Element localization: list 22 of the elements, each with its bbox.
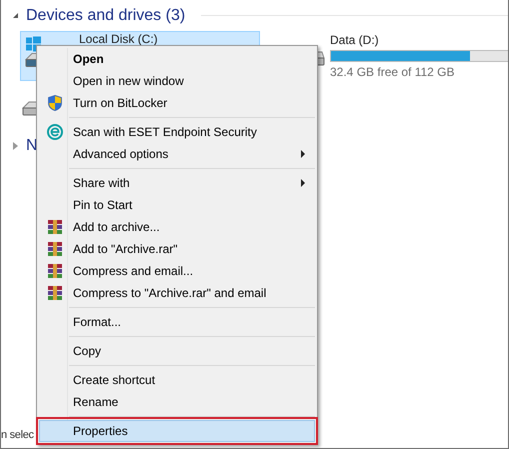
menu-item[interactable]: Create shortcut [39,369,315,391]
menu-item[interactable]: Format... [39,311,315,333]
menu-item[interactable]: Open [39,48,315,70]
menu-item[interactable]: Add to archive... [39,216,315,238]
menu-item[interactable]: Compress and email... [39,260,315,282]
menu-item[interactable]: Rename [39,391,315,413]
menu-item[interactable]: Advanced options [39,143,315,165]
drive-label: Local Disk (C:) [79,33,158,45]
menu-item[interactable]: Properties [39,420,315,442]
menu-item[interactable]: Open in new window [39,70,315,92]
menu-item[interactable]: Compress to "Archive.rar" and email [39,282,315,304]
free-space: 32.4 GB free of 112 GB [330,65,456,79]
status-text: n selec [1,428,34,442]
section-title: Devices and drives (3) [26,6,186,26]
menu-item[interactable]: Turn on BitLocker [39,92,315,114]
menu-item[interactable]: Scan with ESET Endpoint Security [39,121,315,143]
menu-item[interactable]: Pin to Start [39,194,315,216]
menu-item[interactable]: Copy [39,340,315,362]
menu-item[interactable]: Share with [39,172,315,194]
menu-item[interactable]: Add to "Archive.rar" [39,238,315,260]
drive-label: Data (D:) [330,33,380,47]
section-title: N [26,136,38,156]
